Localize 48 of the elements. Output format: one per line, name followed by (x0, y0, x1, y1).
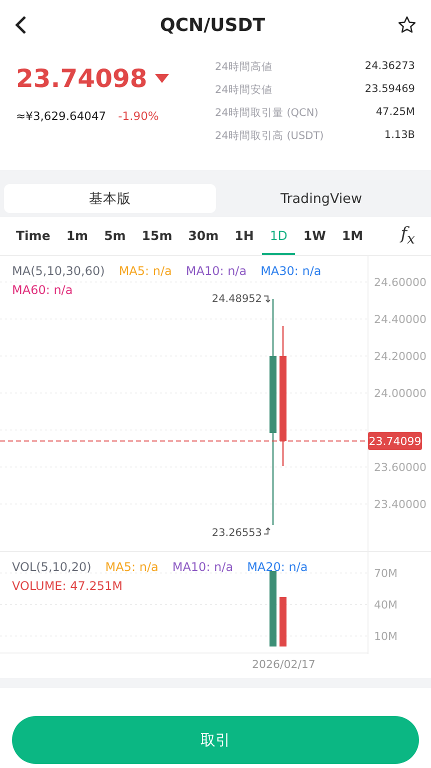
date-label: 2026/02/17 (252, 658, 316, 671)
view-tab[interactable]: TradingView (216, 184, 427, 213)
axis-label: 24.20000 (374, 350, 426, 363)
axis-label: 70M (374, 567, 398, 580)
legend-text: MA60: n/a (12, 283, 73, 297)
legend-text: MA10: n/a (186, 264, 247, 278)
fiat-price: ≈¥3,629.64047 (16, 109, 106, 123)
stat-value: 23.59469 (364, 83, 415, 97)
axis-label: 23.60000 (374, 461, 426, 474)
axis-label: 23.40000 (374, 498, 426, 511)
legend-text: MA10: n/a (172, 560, 234, 574)
interval-tab[interactable]: 1m (58, 217, 96, 255)
page-title: QCN/USDT (160, 14, 265, 36)
stat-label: 24時間取引高 (USDT) (215, 129, 324, 143)
stat-value: 1.13B (384, 129, 415, 143)
stat-label: 24時間安値 (215, 83, 272, 97)
stat-value: 24.36273 (364, 60, 415, 74)
axis-label: 24.40000 (374, 313, 426, 326)
legend-text: VOL(5,10,20) (12, 560, 92, 574)
axis-label: 10M (374, 630, 398, 643)
view-tab[interactable]: 基本版 (4, 184, 216, 213)
interval-tab[interactable]: 5m (96, 217, 134, 255)
legend-text: MA20: n/a (247, 560, 308, 574)
axis-label: 40M (374, 598, 398, 612)
interval-tab[interactable]: 30m (180, 217, 227, 255)
star-icon[interactable] (396, 15, 417, 35)
legend-text: MA5: n/a (105, 560, 158, 574)
low-price-label: 23.26553 (212, 527, 270, 539)
legend-text: VOLUME: 47.251M (12, 579, 122, 593)
stat-label: 24時間高値 (215, 60, 272, 74)
interval-tab[interactable]: 1H (226, 217, 262, 255)
indicator-button[interactable]: f$_{x}$ (392, 224, 423, 248)
back-icon[interactable] (14, 15, 28, 35)
interval-tab[interactable]: 1M (334, 217, 372, 255)
change-percent: -1.90% (118, 109, 159, 123)
stat-label: 24時間取引量 (QCN) (215, 106, 318, 120)
interval-tab[interactable]: 1W (295, 217, 334, 255)
axis-label: 24.60000 (374, 276, 426, 289)
last-price-tag: 23.74099 (368, 432, 422, 450)
axis-label: 24.00000 (374, 387, 426, 400)
legend-text: MA(5,10,30,60) (12, 264, 105, 278)
legend-text: MA30: n/a (260, 264, 322, 278)
interval-tab[interactable]: Time (8, 217, 58, 255)
stat-value: 47.25M (376, 106, 415, 120)
last-price: 23.74098 (16, 64, 148, 93)
high-price-label: 24.48952 (212, 293, 270, 305)
legend-text: MA5: n/a (118, 264, 172, 278)
interval-tab[interactable]: 15m (134, 217, 180, 255)
